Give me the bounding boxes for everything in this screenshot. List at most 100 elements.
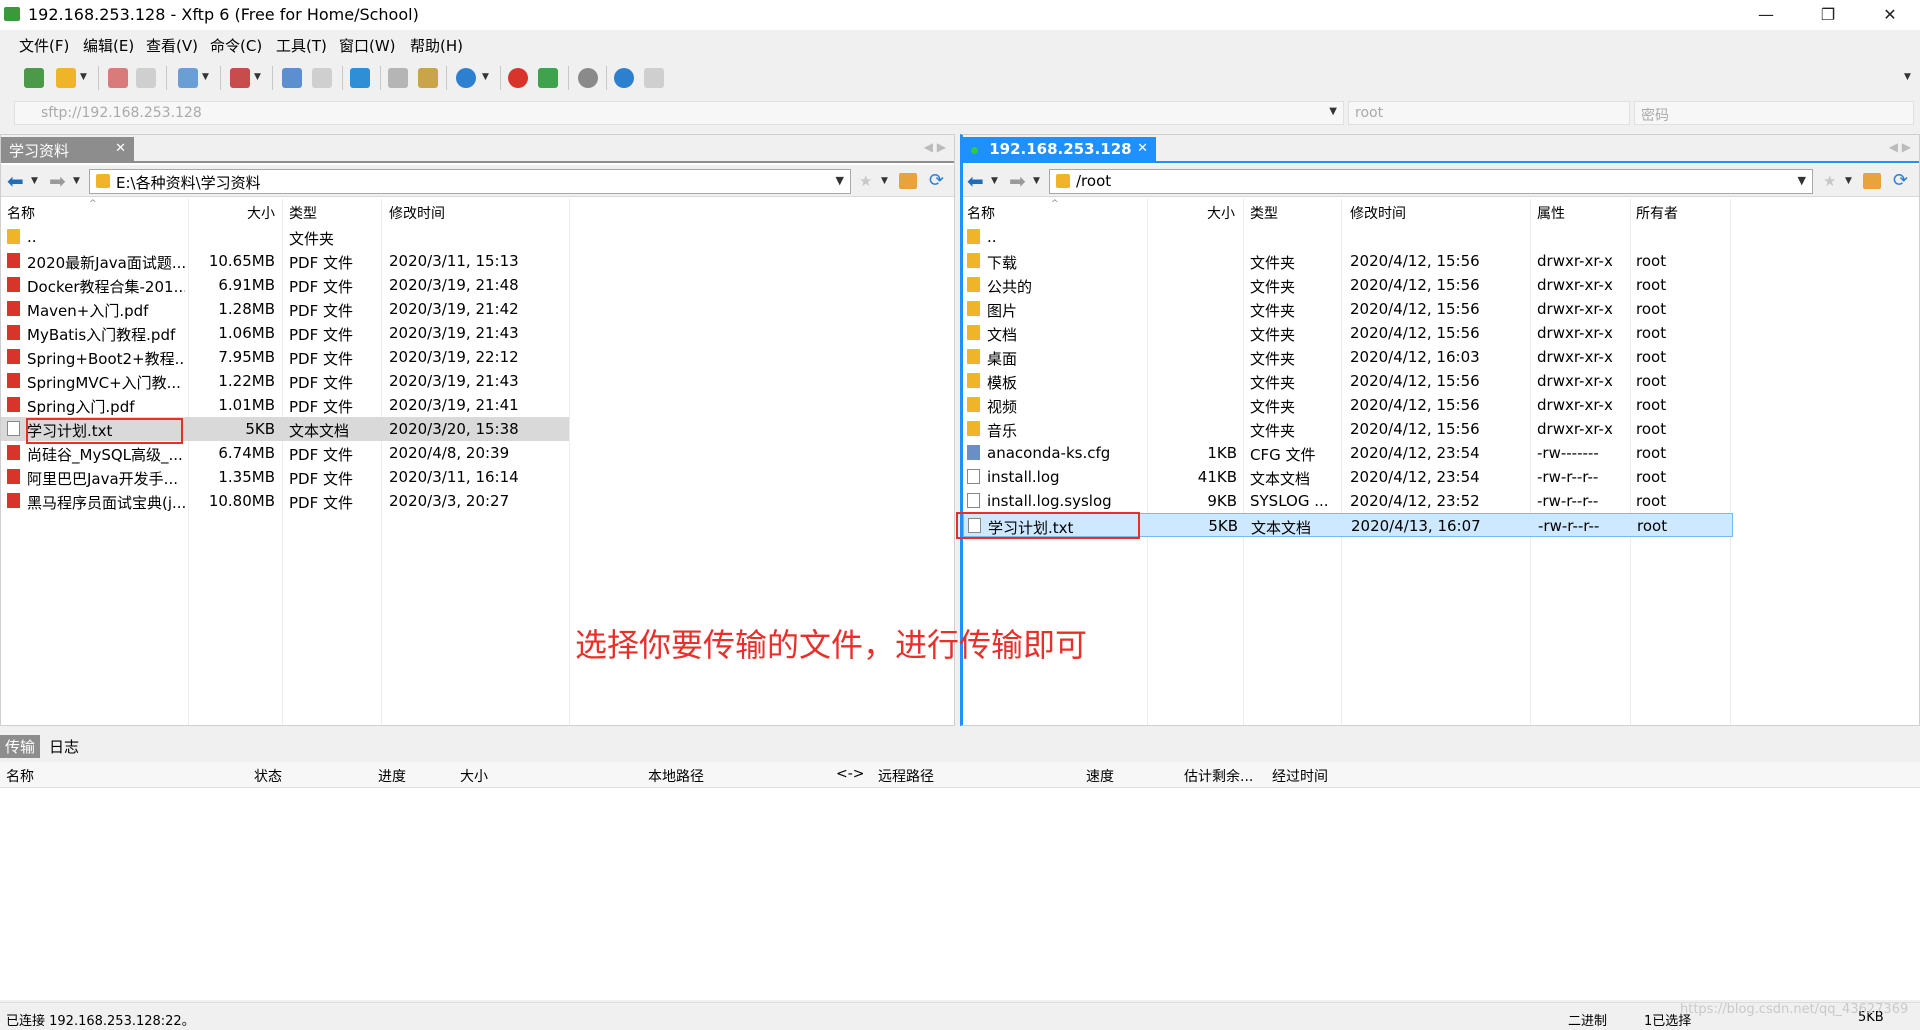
table-row[interactable]: SpringMVC+入门教... 1.22MB PDF 文件 2020/3/19, 2… xyxy=(1,369,954,393)
forward-arrow-icon[interactable]: ➡ xyxy=(1009,169,1026,193)
table-row[interactable]: 文档 文件夹 2020/4/12, 15:56 drwxr-xr-x root xyxy=(963,321,1919,345)
remote-path-input[interactable]: /root ▼ xyxy=(1049,169,1813,194)
transfer-col-speed[interactable]: 速度 xyxy=(1086,766,1114,786)
chevron-down-icon[interactable]: ▼ xyxy=(991,176,998,186)
table-row[interactable]: Spring+Boot2+教程... 7.95MB PDF 文件 2020/3/19,… xyxy=(1,345,954,369)
chat-icon[interactable] xyxy=(644,68,664,88)
table-row[interactable]: 视频 文件夹 2020/4/12, 15:56 drwxr-xr-x root xyxy=(963,393,1919,417)
tab-scroll-arrows-icon[interactable]: ◀ ▶ xyxy=(924,140,946,154)
tab-transfer[interactable]: 传输 xyxy=(0,735,41,758)
new-session-icon[interactable] xyxy=(24,68,44,88)
menu-command[interactable]: 命令(C) xyxy=(210,35,262,56)
home-icon[interactable] xyxy=(899,173,917,189)
table-row[interactable]: .. xyxy=(963,225,1919,249)
chevron-down-icon[interactable]: ▼ xyxy=(73,176,80,186)
table-row[interactable]: 尚硅谷_MySQL高级_... 6.74MB PDF 文件 2020/4/8, 20:… xyxy=(1,441,954,465)
chevron-down-icon[interactable]: ▼ xyxy=(482,72,489,82)
close-icon[interactable]: ✕ xyxy=(115,141,126,156)
download-icon[interactable] xyxy=(312,68,332,88)
col-name[interactable]: 名称 xyxy=(7,203,35,223)
transfer-col-direction[interactable]: <-> xyxy=(836,766,865,782)
username-input[interactable]: root xyxy=(1348,101,1630,125)
col-size[interactable]: 大小 xyxy=(247,203,275,223)
xftp-icon[interactable] xyxy=(538,68,558,88)
back-arrow-icon[interactable]: ⬅ xyxy=(967,169,984,193)
transfer-col-eta[interactable]: 估计剩余... xyxy=(1184,766,1253,786)
col-modified[interactable]: 修改时间 xyxy=(1350,203,1406,223)
upload-icon[interactable] xyxy=(282,68,302,88)
col-attributes[interactable]: 属性 xyxy=(1537,203,1565,223)
transfer-col-remote-path[interactable]: 远程路径 xyxy=(878,766,934,786)
table-row[interactable]: .. 文件夹 xyxy=(1,225,954,249)
col-size[interactable]: 大小 xyxy=(1207,203,1235,223)
transfer-col-local-path[interactable]: 本地路径 xyxy=(648,766,704,786)
table-row[interactable]: 阿里巴巴Java开发手... 1.35MB PDF 文件 2020/3/11, 16:… xyxy=(1,465,954,489)
transfer-col-elapsed[interactable]: 经过时间 xyxy=(1272,766,1328,786)
col-owner[interactable]: 所有者 xyxy=(1636,203,1678,223)
refresh-icon[interactable]: ⟳ xyxy=(929,170,944,191)
table-row[interactable]: 音乐 文件夹 2020/4/12, 15:56 drwxr-xr-x root xyxy=(963,417,1919,441)
terminal-icon[interactable] xyxy=(230,68,250,88)
restore-button[interactable]: ❐ xyxy=(1808,2,1848,28)
transfer-mode[interactable]: 二进制 xyxy=(1568,1010,1607,1029)
table-row[interactable]: 公共的 文件夹 2020/4/12, 15:56 drwxr-xr-x root xyxy=(963,273,1919,297)
chevron-down-icon[interactable]: ▼ xyxy=(80,72,87,82)
menu-view[interactable]: 查看(V) xyxy=(146,35,198,56)
menu-file[interactable]: 文件(F) xyxy=(19,35,69,56)
menu-tools[interactable]: 工具(T) xyxy=(276,35,327,56)
chevron-down-icon[interactable]: ▼ xyxy=(202,72,209,82)
star-icon[interactable]: ★ xyxy=(1823,172,1836,190)
table-row[interactable]: anaconda-ks.cfg 1KB CFG 文件 2020/4/12, 23:54… xyxy=(963,441,1919,465)
table-row[interactable]: Docker教程合集-201... 6.91MB PDF 文件 2020/3/19, … xyxy=(1,273,954,297)
chevron-down-icon[interactable]: ▼ xyxy=(1798,174,1806,187)
close-icon[interactable]: ✕ xyxy=(1137,141,1148,156)
chevron-down-icon[interactable]: ▼ xyxy=(836,174,844,187)
new-window-icon[interactable] xyxy=(178,68,198,88)
tab-remote-session[interactable]: 192.168.253.128 ✕ xyxy=(963,137,1156,163)
transfer-col-progress[interactable]: 进度 xyxy=(378,766,406,786)
chevron-down-icon[interactable]: ▼ xyxy=(1033,176,1040,186)
table-row[interactable]: 黑马程序员面试宝典(j... 10.80MB PDF 文件 2020/3/3, 20:… xyxy=(1,489,954,513)
chevron-down-icon[interactable]: ▼ xyxy=(1904,72,1911,82)
table-row[interactable]: MyBatis入门教程.pdf 1.06MB PDF 文件 2020/3/19, 21… xyxy=(1,321,954,345)
col-type[interactable]: 类型 xyxy=(1250,203,1278,223)
chevron-down-icon[interactable]: ▼ xyxy=(254,72,261,82)
chevron-down-icon[interactable]: ▼ xyxy=(881,176,888,186)
table-row[interactable]: install.log 41KB 文本文档 2020/4/12, 23:54 -rw-r… xyxy=(963,465,1919,489)
table-row[interactable]: install.log.syslog 9KB SYSLOG ... 2020/4/12… xyxy=(963,489,1919,513)
host-address-input[interactable]: sftp://192.168.253.128 ▼ xyxy=(14,101,1344,125)
gear-icon[interactable] xyxy=(578,68,598,88)
xshell-icon[interactable] xyxy=(508,68,528,88)
help-icon[interactable] xyxy=(614,68,634,88)
home-icon[interactable] xyxy=(1863,173,1881,189)
local-path-input[interactable]: E:\各种资料\学习资料 ▼ xyxy=(89,169,851,194)
menu-window[interactable]: 窗口(W) xyxy=(339,35,396,56)
password-input[interactable]: 密码 xyxy=(1634,101,1914,125)
sync-icon[interactable] xyxy=(350,68,370,88)
table-row[interactable]: 图片 文件夹 2020/4/12, 15:56 drwxr-xr-x root xyxy=(963,297,1919,321)
table-row[interactable]: 2020最新Java面试题... 10.65MB PDF 文件 2020/3/11, … xyxy=(1,249,954,273)
table-row[interactable]: Maven+入门.pdf 1.28MB PDF 文件 2020/3/19, 21:42 xyxy=(1,297,954,321)
transfer-col-status[interactable]: 状态 xyxy=(254,766,282,786)
table-row[interactable]: 桌面 文件夹 2020/4/12, 16:03 drwxr-xr-x root xyxy=(963,345,1919,369)
menu-edit[interactable]: 编辑(E) xyxy=(83,35,134,56)
transfer-col-name[interactable]: 名称 xyxy=(6,766,34,786)
menu-help[interactable]: 帮助(H) xyxy=(410,35,463,56)
chevron-down-icon[interactable]: ▼ xyxy=(1845,176,1852,186)
reconnect-icon[interactable] xyxy=(136,68,156,88)
refresh-icon[interactable]: ⟳ xyxy=(1893,170,1908,191)
col-name[interactable]: 名称 xyxy=(967,203,995,223)
table-row[interactable]: 下载 文件夹 2020/4/12, 15:56 drwxr-xr-x root xyxy=(963,249,1919,273)
back-arrow-icon[interactable]: ⬅ xyxy=(7,169,24,193)
globe-icon[interactable] xyxy=(456,68,476,88)
open-folder-icon[interactable] xyxy=(56,68,76,88)
tab-local-folder[interactable]: 学习资料 ✕ xyxy=(1,137,134,163)
col-modified[interactable]: 修改时间 xyxy=(389,203,445,223)
chevron-down-icon[interactable]: ▼ xyxy=(1329,106,1337,117)
forward-arrow-icon[interactable]: ➡ xyxy=(49,169,66,193)
table-row[interactable]: 模板 文件夹 2020/4/12, 15:56 drwxr-xr-x root xyxy=(963,369,1919,393)
chevron-down-icon[interactable]: ▼ xyxy=(31,176,38,186)
disconnect-icon[interactable] xyxy=(108,68,128,88)
transfer-col-size[interactable]: 大小 xyxy=(460,766,488,786)
copy-icon[interactable] xyxy=(388,68,408,88)
